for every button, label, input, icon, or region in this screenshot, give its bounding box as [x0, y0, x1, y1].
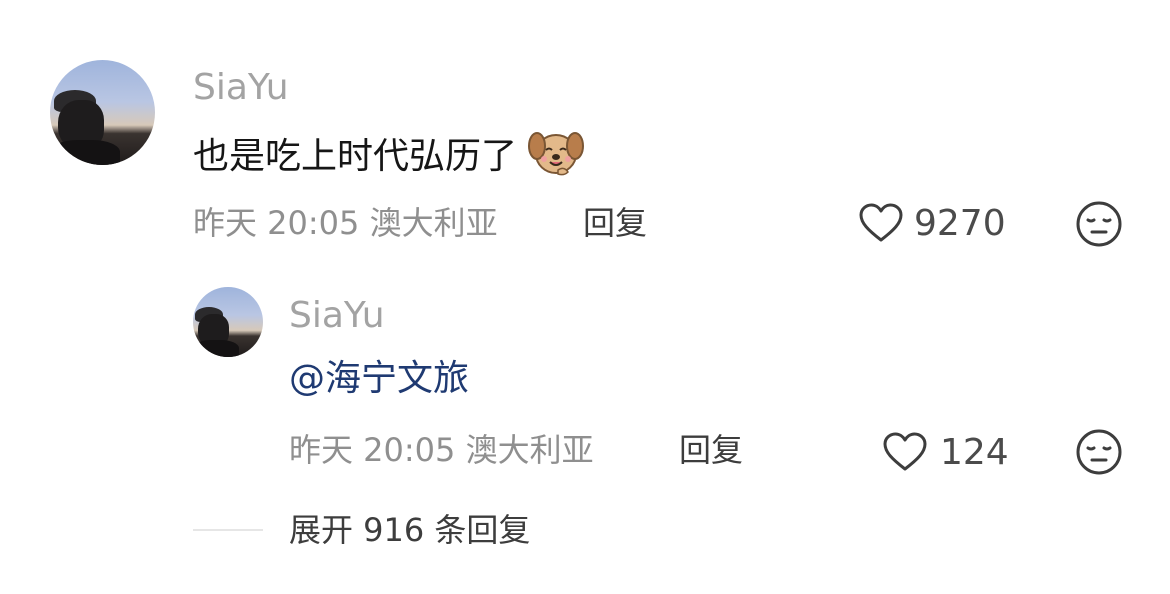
comment-text: 也是吃上时代弘历了 [193, 126, 585, 181]
reply-meta: 昨天 20:05 澳大利亚 [289, 431, 594, 469]
dog-face-emoji-icon [528, 132, 585, 176]
reply-button[interactable]: 回复 [583, 201, 647, 245]
avatar-shoulder [50, 140, 120, 165]
like-count: 9270 [914, 203, 1006, 244]
comment-body: 也是吃上时代弘历了 [193, 136, 518, 177]
comment-username[interactable]: SiaYu [193, 66, 289, 110]
dislike-face-icon[interactable] [1075, 200, 1123, 248]
heart-icon[interactable] [858, 202, 904, 244]
heart-icon[interactable] [882, 431, 928, 473]
expand-divider [193, 529, 263, 531]
reply-avatar[interactable] [193, 287, 263, 357]
dislike-face-icon[interactable] [1075, 428, 1123, 476]
reply-username[interactable]: SiaYu [289, 294, 385, 338]
reply-button[interactable]: 回复 [679, 428, 743, 472]
avatar-shoulder [193, 340, 239, 357]
mention-link[interactable]: @海宁文旅 [289, 355, 469, 403]
avatar[interactable] [50, 60, 155, 165]
comment-meta: 昨天 20:05 澳大利亚 [193, 204, 498, 242]
like-count: 124 [940, 432, 1009, 473]
expand-replies-button[interactable]: 展开 916 条回复 [289, 508, 530, 552]
